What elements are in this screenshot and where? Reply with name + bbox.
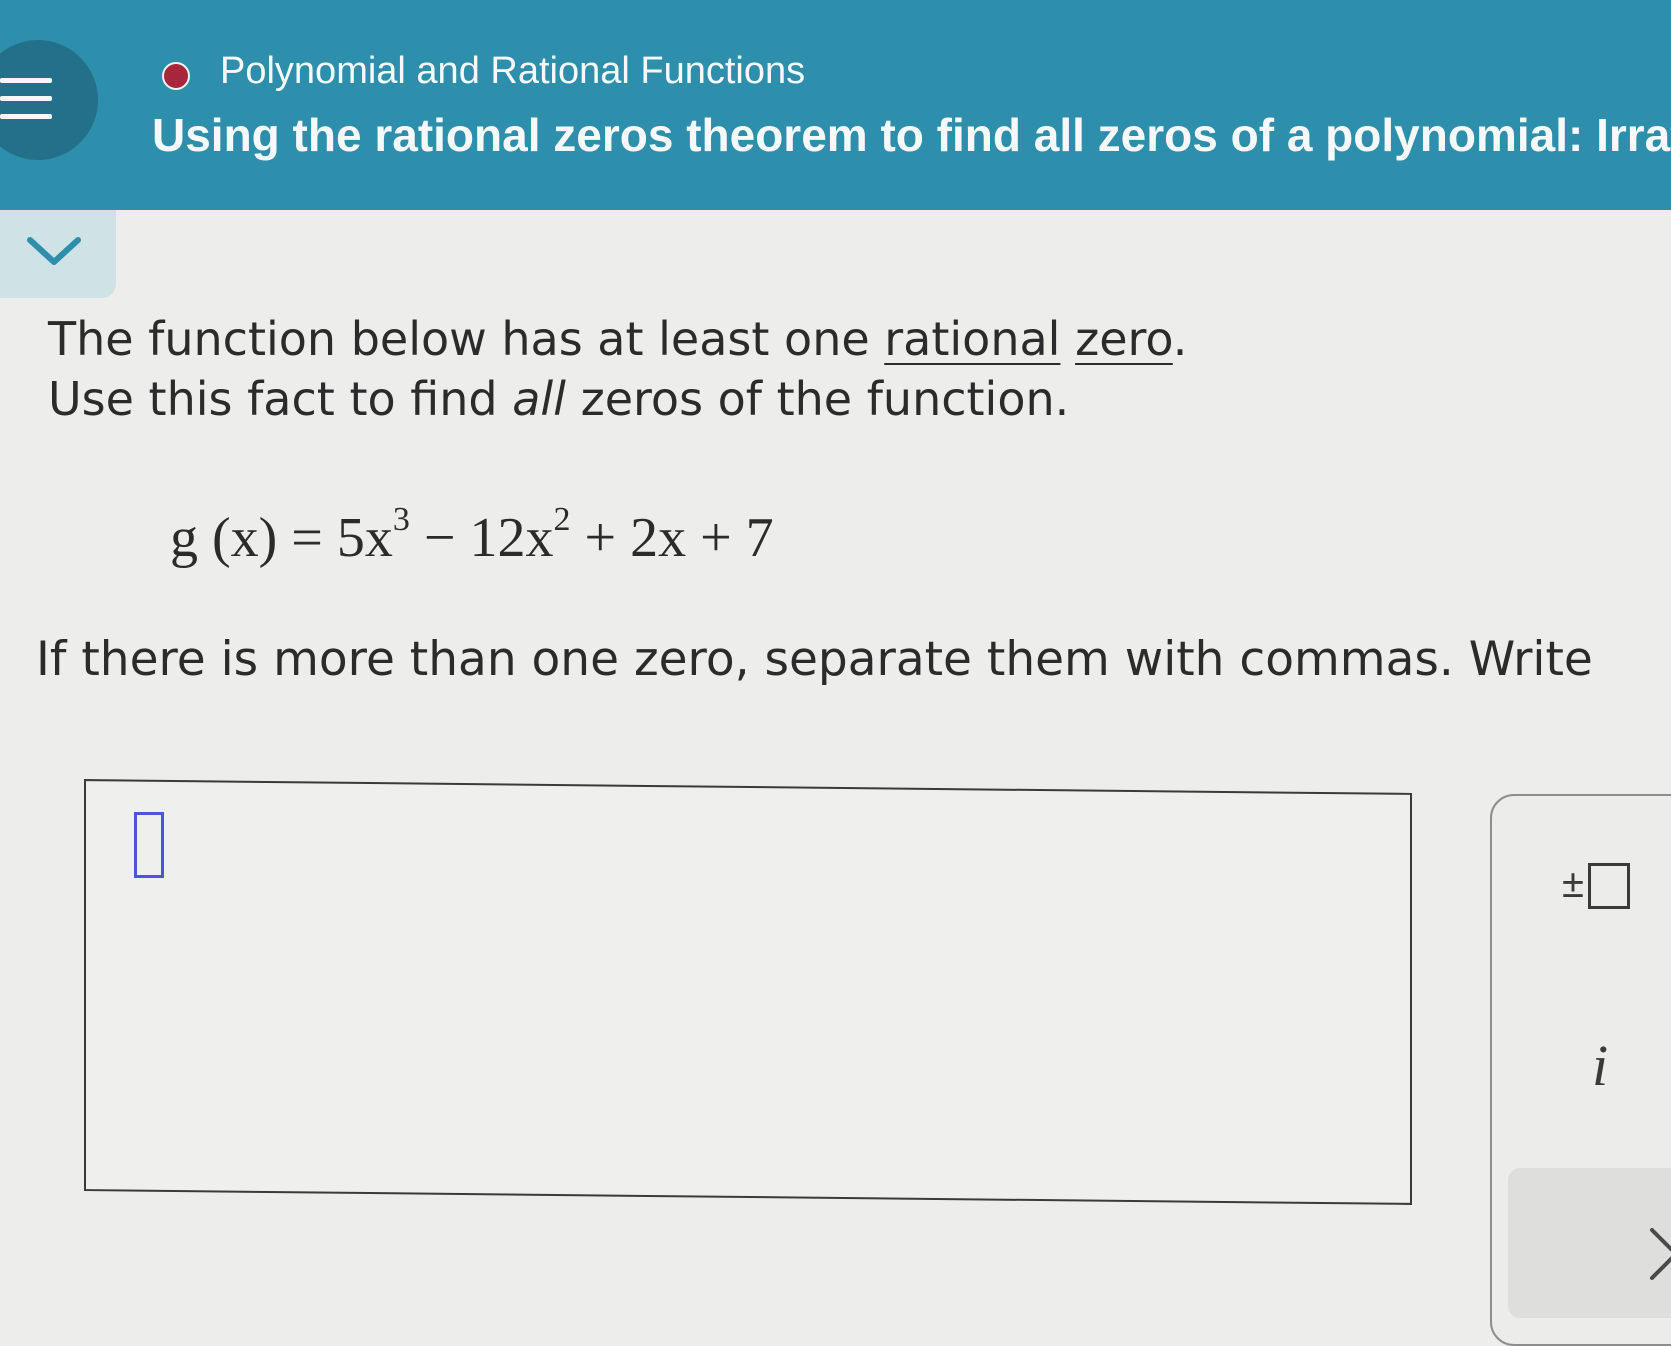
zero-link[interactable]: zero <box>1075 312 1173 366</box>
hamburger-menu-icon <box>0 78 52 83</box>
next-button[interactable] <box>1508 1168 1671 1318</box>
equation-exponent: 3 <box>392 501 410 539</box>
equation-part: − 12x <box>409 507 554 569</box>
answer-input[interactable] <box>84 779 1412 1205</box>
plus-minus-button[interactable]: ± <box>1562 862 1662 922</box>
problem-text: The function below has at least one <box>48 312 885 366</box>
problem-text: Use this fact to find <box>48 372 513 426</box>
page-title: Using the rational zeros theorem to find… <box>152 109 1671 161</box>
problem-text-end: . <box>1172 312 1188 366</box>
top-header: Polynomial and Rational Functions Using … <box>0 0 1671 210</box>
status-dot-icon <box>162 62 190 90</box>
topic-title: Polynomial and Rational Functions <box>220 50 806 92</box>
problem-text-end: zeros of the function. <box>565 372 1070 426</box>
problem-line-1: The function below has at least one rati… <box>48 312 1187 366</box>
chevron-right-icon <box>1650 1228 1671 1280</box>
problem-line-2: Use this fact to find all zeros of the f… <box>48 372 1069 426</box>
equation-part: + 2x + 7 <box>570 507 774 569</box>
equation-exponent: 2 <box>553 501 571 539</box>
chevron-down-icon <box>27 237 81 265</box>
function-equation: g (x) = 5x3 − 12x2 + 2x + 7 <box>170 501 774 570</box>
rational-link[interactable]: rational <box>884 312 1060 366</box>
menu-button[interactable] <box>0 40 98 160</box>
input-cursor[interactable] <box>134 812 164 878</box>
equation-part: g (x) = 5x <box>170 507 393 569</box>
placeholder-box-icon <box>1587 863 1630 910</box>
collapse-toggle[interactable] <box>0 210 116 298</box>
imaginary-i-button[interactable]: i <box>1592 1032 1608 1099</box>
instruction-text: If there is more than one zero, separate… <box>36 632 1593 687</box>
emphasis-text: all <box>512 372 566 426</box>
plus-minus-icon: ± <box>1562 862 1584 906</box>
